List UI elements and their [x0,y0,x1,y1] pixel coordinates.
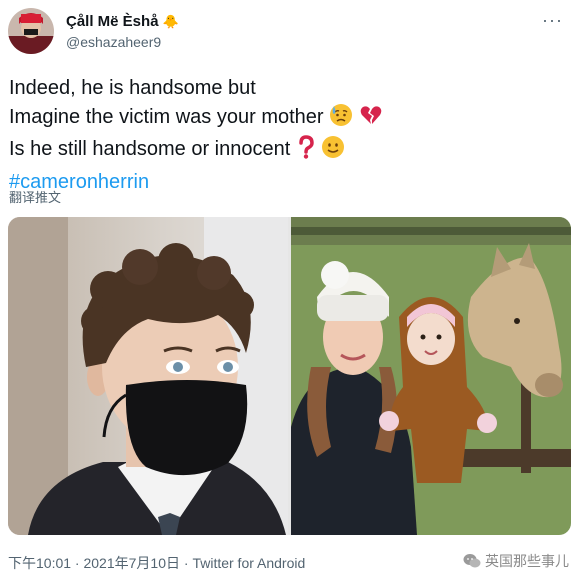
watermark-text: 英国那些事儿 [485,553,569,569]
photo-woman-with-baby-and-horse-icon [291,217,571,535]
tweet-line-2-text: Imagine the victim was your mother [9,105,324,128]
author-avatar[interactable] [8,8,54,54]
sad-sweat-emoji-icon [329,103,353,136]
tweet-header: Çåll Më Èshå 🐥 @eshazaheer9 ··· [8,8,569,56]
avatar-image-icon [8,8,54,54]
media-photo-1[interactable] [8,217,288,535]
tweet-timestamp[interactable]: 下午10:01 · 2021年7月10日 [8,555,180,571]
translate-tweet-link[interactable]: 翻译推文 [9,187,61,206]
question-mark-emoji-icon [296,135,316,168]
more-options-icon[interactable]: ··· [542,10,563,31]
tweet-media [8,217,571,535]
display-name-text: Çåll Më Èshå [66,13,159,30]
tweet-footer: 下午10:01 · 2021年7月10日 · Twitter for Andro… [8,553,305,573]
tweet-line-1-text: Indeed, he is handsome but [9,77,256,99]
tweet-client-link[interactable]: Twitter for Android [192,555,305,571]
photo-young-man-wearing-mask-icon [8,217,288,535]
tweet-line-2: Imagine the victim was your mother [9,103,569,136]
footer-separator: · [179,555,193,571]
chick-emoji-icon: 🐥 [162,14,179,29]
author-handle[interactable]: @eshazaheer9 [66,34,161,50]
media-photo-2[interactable] [291,217,571,535]
tweet-line-3: Is he still handsome or innocent [9,135,569,168]
tweet-line-1: Indeed, he is handsome but [9,74,569,103]
broken-heart-emoji-icon [359,103,383,136]
watermark: 英国那些事儿 [463,551,569,572]
tweet-text: Indeed, he is handsome but Imagine the v… [9,74,569,196]
tweet-line-3-text: Is he still handsome or innocent [9,138,291,160]
wechat-icon [463,553,481,572]
hashtag-link[interactable]: #cameronherrin [9,168,569,197]
author-display-name[interactable]: Çåll Më Èshå 🐥 [66,13,179,30]
slight-smile-emoji-icon [321,135,345,168]
